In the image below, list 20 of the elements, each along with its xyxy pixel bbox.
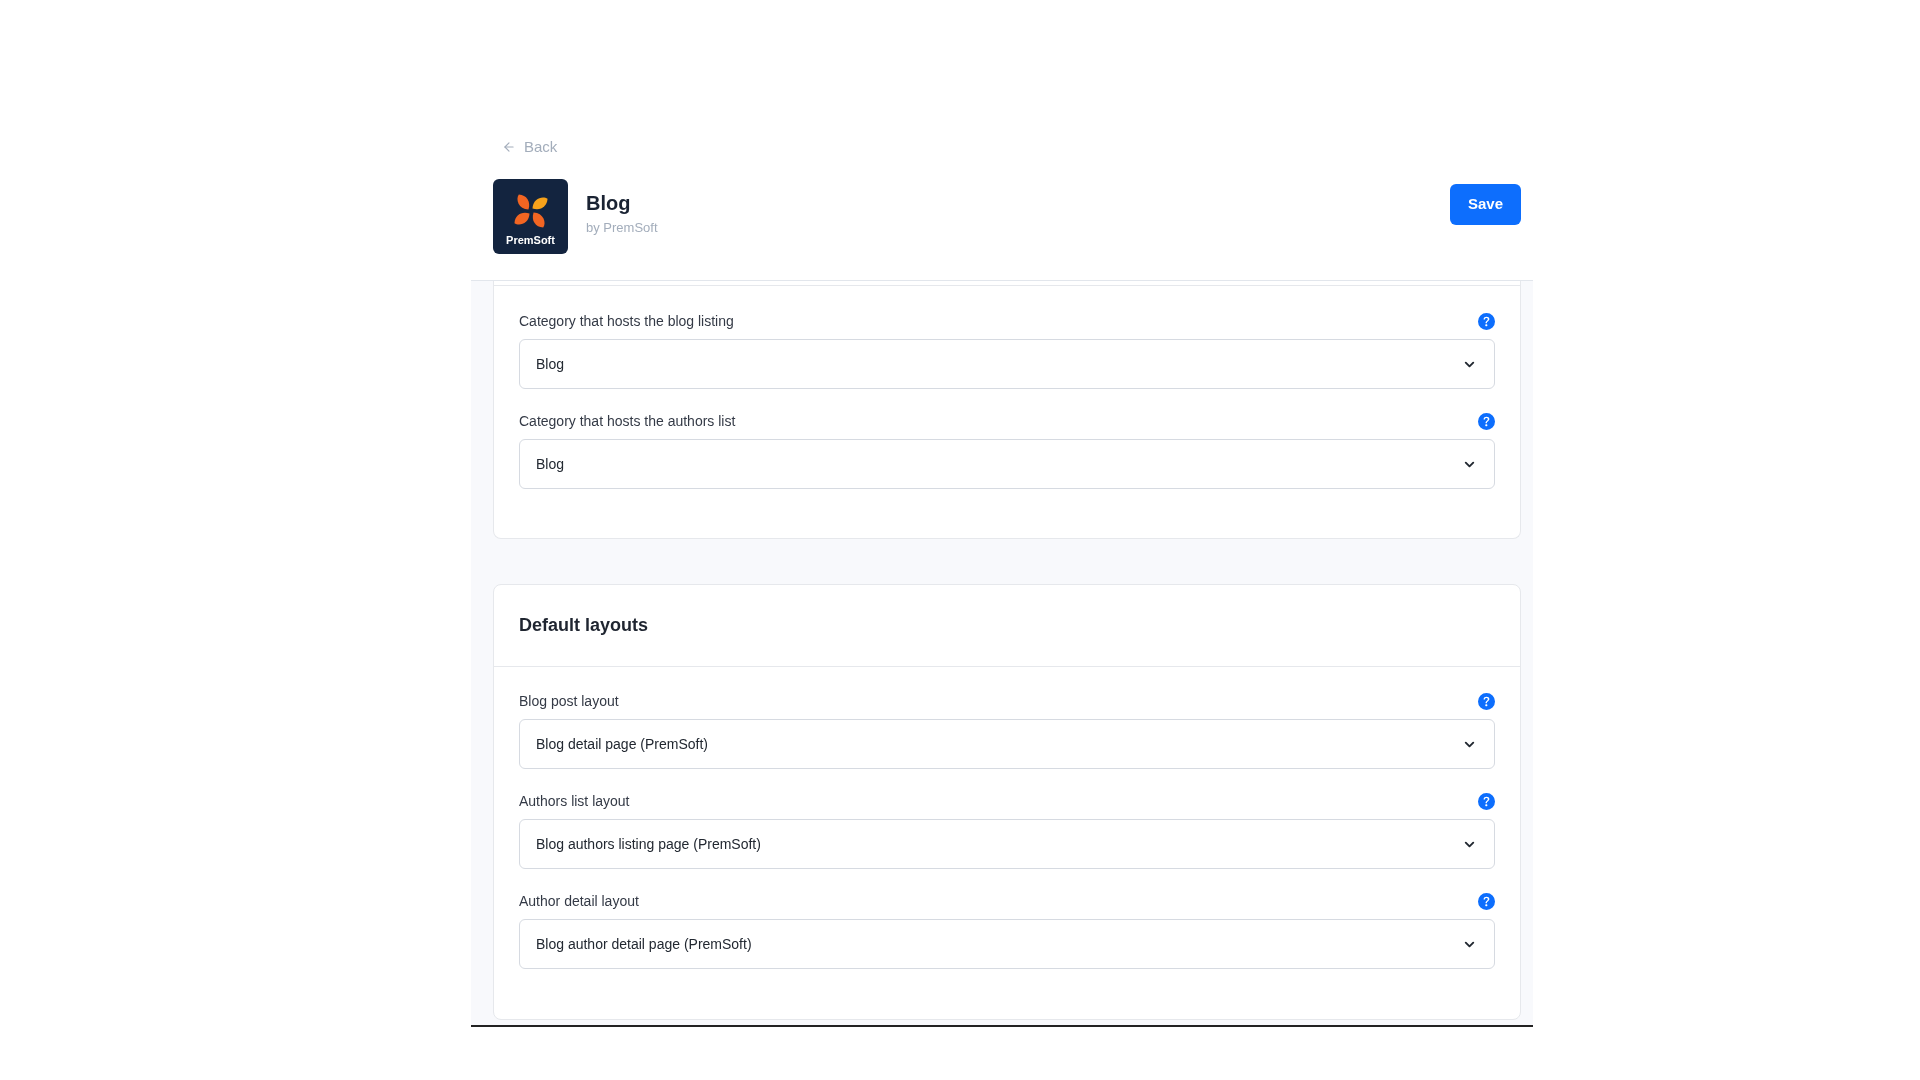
dropdown-field[interactable]: Blog xyxy=(519,339,1495,389)
logo-text: PremSoft xyxy=(506,232,555,247)
help-icon[interactable] xyxy=(1478,412,1495,430)
help-icon[interactable] xyxy=(1478,792,1495,810)
field-label: Category that hosts the authors list xyxy=(519,412,736,431)
dropdown-field[interactable]: Blog authors listing page (PremSoft) xyxy=(519,819,1495,869)
dropdown-field[interactable]: Blog author detail page (PremSoft) xyxy=(519,919,1495,969)
section-title: Default layouts xyxy=(519,614,649,637)
field-label: Category that hosts the blog listing xyxy=(519,312,734,331)
dropdown-field[interactable]: Blog xyxy=(519,439,1495,489)
save-button[interactable]: Save xyxy=(1450,184,1521,225)
help-icon[interactable] xyxy=(1478,312,1495,330)
field-label: Authors list layout xyxy=(519,792,630,811)
field-label: Author detail layout xyxy=(519,892,639,911)
dropdown-field[interactable]: Blog detail page (PremSoft) xyxy=(519,719,1495,769)
vendor-text: by PremSoft xyxy=(586,219,658,237)
help-icon[interactable] xyxy=(1478,692,1495,710)
help-icon[interactable] xyxy=(1478,892,1495,910)
app-title: Blog xyxy=(586,191,632,216)
field-label: Blog post layout xyxy=(519,692,619,711)
